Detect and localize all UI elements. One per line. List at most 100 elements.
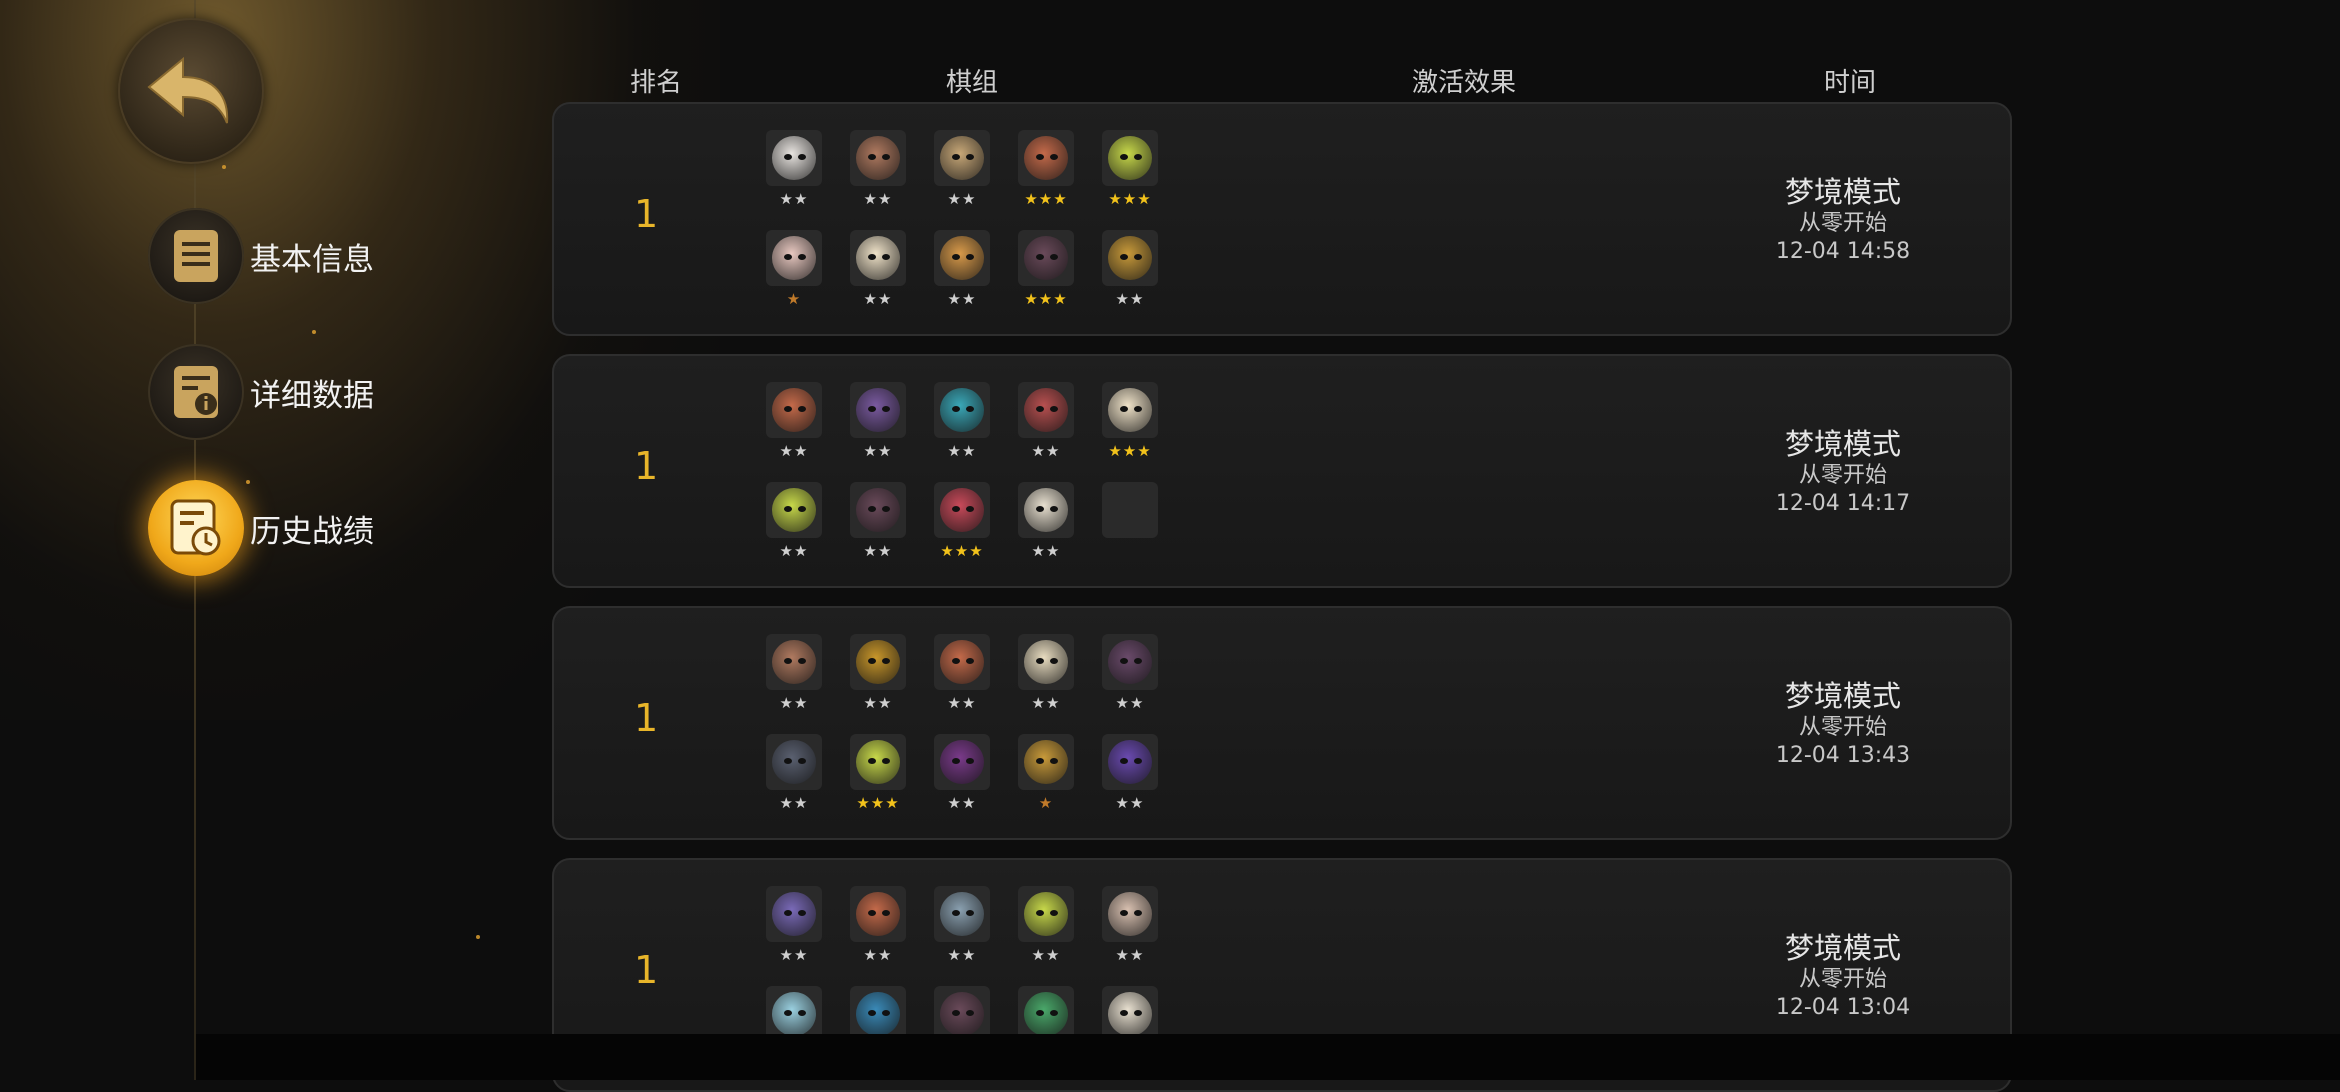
chess-piece-portrait[interactable] xyxy=(766,634,822,690)
hero-face-icon xyxy=(772,640,816,684)
hero-face-icon xyxy=(856,892,900,936)
chess-piece-portrait[interactable] xyxy=(850,634,906,690)
chess-piece-portrait[interactable] xyxy=(1102,130,1158,186)
match-info: 梦境模式 从零开始 12-04 14:58 xyxy=(1738,174,1948,266)
hero-face-icon xyxy=(1024,236,1068,280)
hero-face-icon xyxy=(1108,740,1152,784)
chess-piece-portrait[interactable] xyxy=(1018,734,1074,790)
eye-icon xyxy=(966,1010,974,1016)
chess-piece-portrait[interactable] xyxy=(934,230,990,286)
eye-icon xyxy=(966,658,974,664)
star-rating: ★★ xyxy=(1115,794,1145,812)
eye-icon xyxy=(1134,406,1142,412)
history-row[interactable]: 1 ★★ ★★ ★★ ★★ ★★ ★★ ★★★ ★★ ★ ★★ 梦境模式 从零开始 12-04 13:43 xyxy=(552,606,2012,840)
sidebar-item-detailed-data[interactable]: 详细数据 xyxy=(148,344,374,440)
chess-piece-portrait[interactable] xyxy=(1018,230,1074,286)
chess-piece-portrait[interactable] xyxy=(934,482,990,538)
sidebar-item-match-history[interactable]: 历史战绩 xyxy=(148,480,374,576)
eye-icon xyxy=(1050,758,1058,764)
chess-piece-portrait[interactable] xyxy=(1018,130,1074,186)
eye-icon xyxy=(798,910,806,916)
eye-icon xyxy=(784,154,792,160)
chess-piece-portrait[interactable] xyxy=(934,886,990,942)
eye-icon xyxy=(1134,910,1142,916)
eye-icon xyxy=(868,506,876,512)
eye-icon xyxy=(784,758,792,764)
eye-icon xyxy=(882,406,890,412)
eye-icon xyxy=(1050,506,1058,512)
eye-icon xyxy=(1036,658,1044,664)
eye-icon xyxy=(798,406,806,412)
eye-icon xyxy=(1036,1010,1044,1016)
chess-piece-portrait[interactable] xyxy=(850,886,906,942)
history-row[interactable]: 1 ★★ ★★ ★★ ★★★ ★★★ ★ ★★ ★★ ★★★ ★★ 梦境模式 从零开始 12-04 14:… xyxy=(552,102,2012,336)
chess-piece-portrait[interactable] xyxy=(1018,634,1074,690)
chess-piece-portrait[interactable] xyxy=(850,382,906,438)
star-rating: ★★★ xyxy=(1024,190,1068,208)
bottom-bar xyxy=(196,1034,2340,1080)
hero-face-icon xyxy=(940,892,984,936)
hero-face-icon xyxy=(940,136,984,180)
chess-piece-portrait[interactable] xyxy=(850,130,906,186)
hero-face-icon xyxy=(772,388,816,432)
star-rating: ★★ xyxy=(779,442,809,460)
chess-piece-portrait[interactable] xyxy=(766,382,822,438)
hero-face-icon xyxy=(1024,640,1068,684)
match-info: 梦境模式 从零开始 12-04 13:43 xyxy=(1738,678,1948,770)
hero-face-icon xyxy=(1108,892,1152,936)
eye-icon xyxy=(1120,758,1128,764)
chess-piece-portrait[interactable] xyxy=(934,634,990,690)
rank-value: 1 xyxy=(634,696,659,740)
star-rating: ★★ xyxy=(779,946,809,964)
chess-piece-portrait[interactable] xyxy=(850,482,906,538)
chess-piece-portrait[interactable] xyxy=(1102,382,1158,438)
header-lineup: 棋组 xyxy=(946,68,999,98)
history-row[interactable]: 1 ★★ ★★ ★★ ★★ ★★★ ★★ ★★ ★★★ ★★ 梦境模式 从零开始 12-04 14:17 xyxy=(552,354,2012,588)
eye-icon xyxy=(1120,1010,1128,1016)
star-rating: ★★ xyxy=(779,694,809,712)
chess-piece-portrait[interactable] xyxy=(1102,886,1158,942)
chess-piece-portrait[interactable] xyxy=(850,230,906,286)
hero-face-icon xyxy=(856,236,900,280)
chess-piece-portrait[interactable] xyxy=(1018,382,1074,438)
eye-icon xyxy=(1036,506,1044,512)
chess-piece-portrait[interactable] xyxy=(1018,482,1074,538)
star-rating: ★★ xyxy=(863,290,893,308)
sidebar-item-basic-info[interactable]: 基本信息 xyxy=(148,208,374,304)
star-rating: ★★ xyxy=(779,542,809,560)
chess-piece-portrait[interactable] xyxy=(766,734,822,790)
eye-icon xyxy=(1120,154,1128,160)
match-time: 12-04 13:04 xyxy=(1775,995,1911,1020)
star-rating: ★★★ xyxy=(1108,190,1152,208)
eye-icon xyxy=(784,1010,792,1016)
star-rating: ★★ xyxy=(1115,290,1145,308)
chess-piece-portrait[interactable] xyxy=(766,130,822,186)
sparkle xyxy=(476,935,480,939)
chess-piece-portrait[interactable] xyxy=(766,482,822,538)
chess-piece-portrait[interactable] xyxy=(1102,734,1158,790)
chess-piece-portrait[interactable] xyxy=(1018,886,1074,942)
eye-icon xyxy=(1050,154,1058,160)
header-effects: 激活效果 xyxy=(1412,68,1517,98)
header-rank: 排名 xyxy=(630,68,683,98)
eye-icon xyxy=(966,154,974,160)
star-rating: ★★ xyxy=(947,794,977,812)
chess-piece-portrait[interactable] xyxy=(934,382,990,438)
rank-value: 1 xyxy=(634,192,659,236)
eye-icon xyxy=(966,910,974,916)
eye-icon xyxy=(1050,1010,1058,1016)
chess-piece-portrait[interactable] xyxy=(934,130,990,186)
chess-piece-portrait[interactable] xyxy=(766,230,822,286)
chess-piece-portrait[interactable] xyxy=(1102,230,1158,286)
chess-piece-portrait[interactable] xyxy=(850,734,906,790)
empty-slot[interactable] xyxy=(1102,482,1158,538)
hero-face-icon xyxy=(856,740,900,784)
chess-piece-portrait[interactable] xyxy=(766,886,822,942)
eye-icon xyxy=(798,758,806,764)
chess-piece-portrait[interactable] xyxy=(1102,634,1158,690)
hero-face-icon xyxy=(1024,388,1068,432)
eye-icon xyxy=(882,154,890,160)
back-button[interactable] xyxy=(118,18,264,164)
chess-piece-portrait[interactable] xyxy=(934,734,990,790)
eye-icon xyxy=(1134,1010,1142,1016)
